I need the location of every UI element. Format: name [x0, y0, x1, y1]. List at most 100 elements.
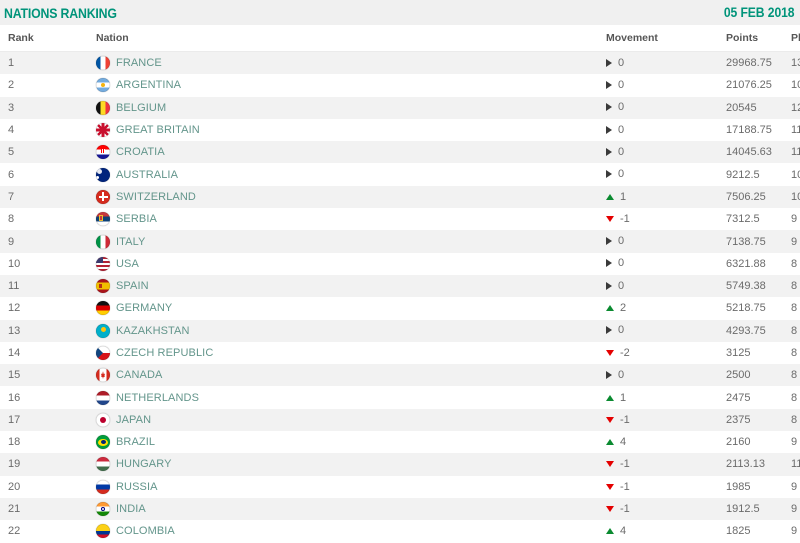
column-header-rank[interactable]: Rank — [0, 25, 58, 52]
movement-indicator: 0 — [606, 280, 624, 292]
cell-movement: -1 — [581, 453, 726, 476]
cell-nation[interactable]: BELGIUM — [58, 96, 581, 119]
cell-movement: -1 — [581, 408, 726, 432]
movement-flat-icon — [606, 103, 612, 112]
cell-nation[interactable]: CANADA — [58, 364, 581, 387]
cell-rank: 5 — [0, 141, 58, 164]
cell-played: 11 — [791, 453, 800, 476]
page-title: NATIONS RANKING — [4, 4, 117, 21]
table-row[interactable]: 4 GREAT BRITAIN 0 17188.75 11 — [0, 118, 800, 142]
cell-nation[interactable]: NETHERLANDS — [58, 386, 581, 409]
flag-kazakhstan-icon — [96, 323, 110, 338]
cell-nation[interactable]: KAZAKHSTAN — [58, 319, 581, 342]
flag-great-britain-icon — [96, 123, 110, 138]
cell-nation[interactable]: SPAIN — [58, 274, 581, 298]
table-row[interactable]: 1 FRANCE 0 29968.7513 — [0, 51, 800, 75]
cell-nation[interactable]: ITALY — [58, 230, 581, 253]
movement-indicator: -1 — [606, 414, 630, 426]
column-header-nation[interactable]: Nation — [58, 25, 581, 52]
nation-name: BRAZIL — [116, 436, 156, 449]
cell-nation[interactable]: SWITZERLAND — [58, 185, 581, 209]
table-row[interactable]: 12 GERMANY 2 5218.75 8 — [0, 297, 800, 320]
cell-nation[interactable]: HUNGARY — [58, 453, 581, 476]
table-row[interactable]: 22 COLOMBIA 4 1825 9 — [0, 520, 800, 543]
cell-nation[interactable]: INDIA — [58, 497, 581, 521]
flag-france-icon — [96, 56, 110, 71]
table-row[interactable]: 3 BELGIUM 0 2054512 — [0, 96, 800, 119]
cell-rank: 1 — [0, 51, 58, 75]
cell-points: 3125 — [726, 341, 791, 365]
cell-nation[interactable]: CZECH REPUBLIC — [58, 341, 581, 365]
column-header-played[interactable]: Played — [791, 25, 800, 52]
movement-flat-icon — [606, 125, 612, 134]
cell-nation[interactable]: GREAT BRITAIN — [58, 118, 581, 142]
nation-name: ARGENTINA — [116, 79, 182, 92]
cell-movement: 2 — [581, 297, 726, 320]
cell-rank: 4 — [0, 118, 58, 142]
table-row[interactable]: 5 CROATIA 0 14045.63 11 — [0, 141, 800, 164]
movement-indicator: 0 — [606, 257, 624, 269]
nation-name: BELGIUM — [116, 101, 167, 114]
table-row[interactable]: 11 SPAIN 0 5749.38 8 — [0, 274, 800, 298]
table-row[interactable]: 2 ARGENTINA 0 21076.2510 — [0, 74, 800, 97]
movement-indicator: -1 — [606, 481, 630, 493]
ranking-date: 05 FEB 2018 — [723, 5, 794, 20]
movement-indicator: 0 — [606, 369, 624, 381]
nation-cell: KAZAKHSTAN — [96, 323, 581, 338]
table-row[interactable]: 13 KAZAKHSTAN 0 4293.75 8 — [0, 319, 800, 342]
cell-points: 1912.5 — [726, 497, 791, 521]
cell-nation[interactable]: JAPAN — [58, 408, 581, 432]
nation-cell: ITALY — [96, 234, 581, 249]
table-row[interactable]: 15 CANADA 0 2500 8 — [0, 364, 800, 387]
movement-down-icon — [606, 216, 614, 223]
cell-nation[interactable]: SERBIA — [58, 208, 581, 231]
movement-value: 0 — [618, 368, 625, 381]
nation-name: NETHERLANDS — [116, 391, 200, 404]
cell-nation[interactable]: GERMANY — [58, 297, 581, 320]
cell-nation[interactable]: USA — [58, 252, 581, 275]
cell-points: 2113.13 — [726, 453, 791, 476]
flag-hungary-icon — [96, 457, 110, 472]
cell-played: 11 — [791, 141, 800, 164]
cell-rank: 3 — [0, 96, 58, 119]
table-row[interactable]: 20 RUSSIA -1 1985 9 — [0, 475, 800, 498]
table-row[interactable]: 8 SERBIA -1 7312.5 9 — [0, 208, 800, 231]
nation-name: FRANCE — [116, 57, 162, 70]
table-row[interactable]: 6 AUSTRALIA 0 9212.510 — [0, 163, 800, 186]
cell-played: 9 — [791, 475, 800, 498]
cell-nation[interactable]: COLOMBIA — [58, 520, 581, 543]
table-row[interactable]: 19 HUNGARY -1 2113.13 11 — [0, 453, 800, 476]
flag-serbia-icon — [96, 212, 110, 227]
table-header: Rank Nation Movement Points Played — [0, 25, 800, 52]
cell-points: 5218.75 — [726, 297, 791, 320]
cell-points: 29968.75 — [726, 51, 791, 75]
cell-played: 9 — [791, 497, 800, 521]
table-row[interactable]: 21 INDIA -1 1912.5 9 — [0, 497, 800, 521]
flag-india-icon — [96, 502, 110, 517]
nations-ranking-page: NATIONS RANKING 05 FEB 2018 Rank Nation … — [0, 0, 800, 543]
column-header-points[interactable]: Points — [726, 25, 791, 52]
movement-value: 0 — [618, 257, 625, 270]
table-row[interactable]: 7 SWITZERLAND 1 7506.2510 — [0, 185, 800, 209]
cell-nation[interactable]: RUSSIA — [58, 475, 581, 498]
nation-name: JAPAN — [116, 413, 152, 426]
cell-points: 1985 — [726, 475, 791, 498]
cell-nation[interactable]: ARGENTINA — [58, 74, 581, 97]
table-row[interactable]: 9 ITALY 0 7138.75 9 — [0, 230, 800, 253]
cell-nation[interactable]: AUSTRALIA — [58, 163, 581, 186]
cell-nation[interactable]: CROATIA — [58, 141, 581, 164]
table-row[interactable]: 18 BRAZIL 4 2160 9 — [0, 431, 800, 454]
table-row[interactable]: 10 USA 0 6321.88 8 — [0, 252, 800, 275]
movement-value: 0 — [618, 235, 625, 248]
cell-points: 2475 — [726, 386, 791, 409]
table-row[interactable]: 17 JAPAN -1 2375 8 — [0, 408, 800, 432]
movement-value: 0 — [618, 56, 625, 69]
nation-name: SWITZERLAND — [116, 190, 196, 203]
table-row[interactable]: 16 NETHERLANDS 1 2475 8 — [0, 386, 800, 409]
cell-nation[interactable]: BRAZIL — [58, 431, 581, 454]
cell-nation[interactable]: FRANCE — [58, 51, 581, 75]
column-header-movement[interactable]: Movement — [581, 25, 726, 52]
table-row[interactable]: 14 CZECH REPUBLIC -2 3125 8 — [0, 341, 800, 365]
cell-played: 8 — [791, 274, 800, 298]
flag-croatia-icon — [96, 145, 110, 160]
